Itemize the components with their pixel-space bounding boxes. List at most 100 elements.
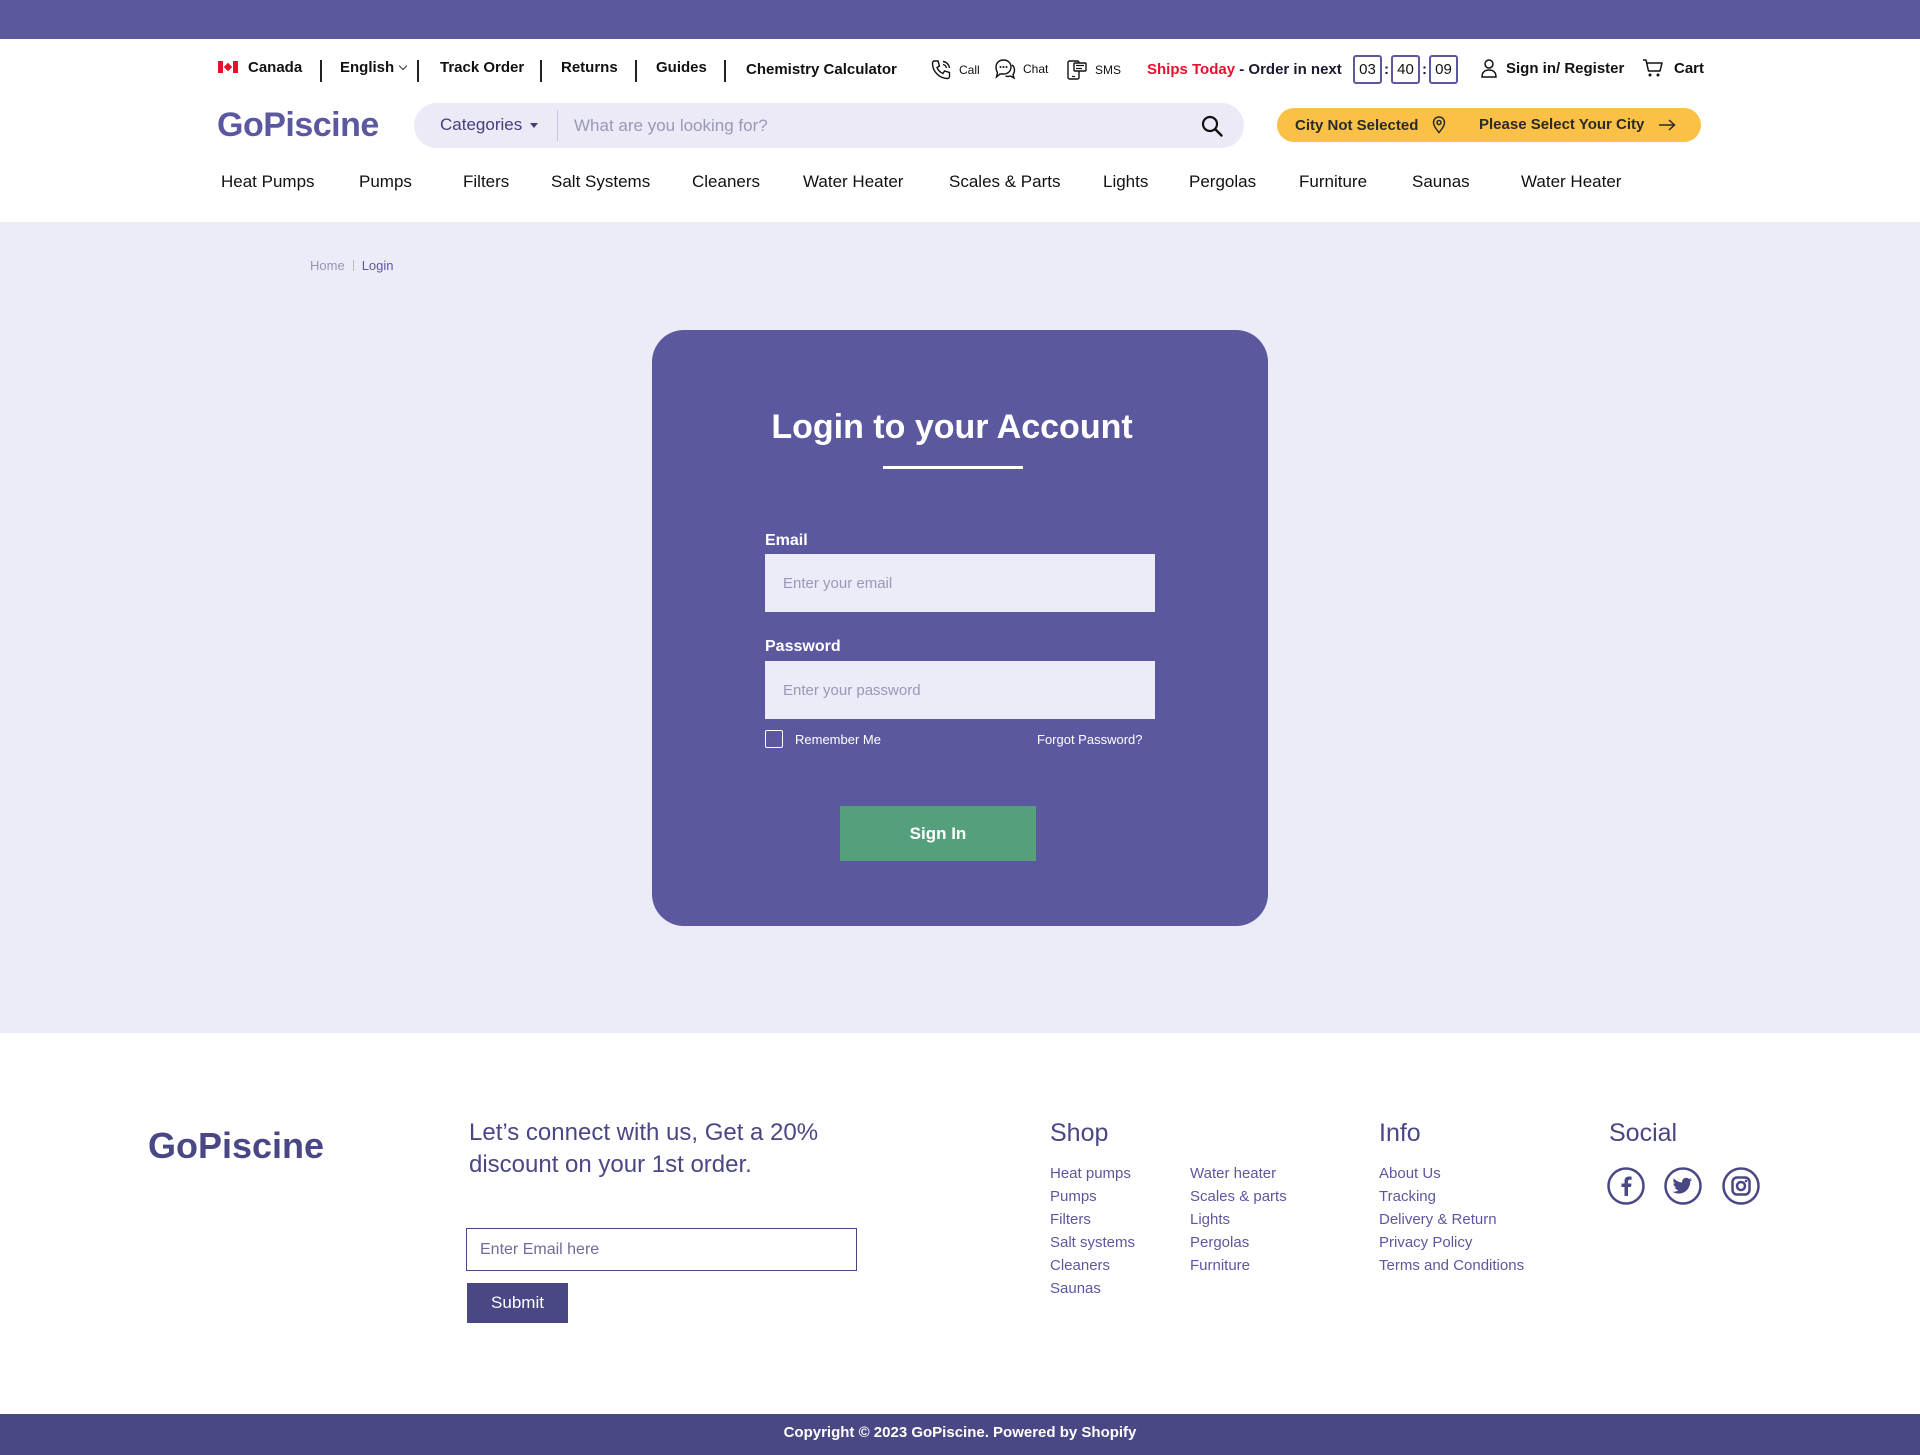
remember-me[interactable]: Remember Me bbox=[765, 730, 881, 748]
login-title: Login to your Account bbox=[771, 408, 1133, 446]
sms-link[interactable]: SMS bbox=[1065, 58, 1121, 82]
main-content: Home Login Login to your Account Email Pa… bbox=[0, 222, 1920, 1033]
nav-pergolas[interactable]: Pergolas bbox=[1189, 172, 1256, 192]
footer-link[interactable]: Heat pumps bbox=[1050, 1162, 1135, 1185]
divider bbox=[320, 60, 322, 82]
breadcrumb-current: Login bbox=[361, 258, 394, 273]
caret-down-icon bbox=[530, 122, 539, 128]
footer-link[interactable]: Privacy Policy bbox=[1379, 1231, 1524, 1254]
footer-info-heading: Info bbox=[1379, 1119, 1421, 1147]
returns-link[interactable]: Returns bbox=[561, 59, 618, 76]
nav-saunas[interactable]: Saunas bbox=[1412, 172, 1470, 192]
footer-link[interactable]: Terms and Conditions bbox=[1379, 1254, 1524, 1277]
city-status: City Not Selected bbox=[1295, 116, 1446, 134]
forgot-password-link[interactable]: Forgot Password? bbox=[1037, 732, 1143, 747]
nav-salt-systems[interactable]: Salt Systems bbox=[551, 172, 650, 192]
chat-icon bbox=[995, 59, 1016, 80]
footer-shop-list-1: Heat pumps Pumps Filters Salt systems Cl… bbox=[1050, 1162, 1135, 1300]
newsletter-submit-button[interactable]: Submit bbox=[467, 1283, 568, 1323]
footer-link[interactable]: Furniture bbox=[1190, 1254, 1287, 1277]
footer-logo[interactable]: GoPiscine bbox=[148, 1125, 324, 1167]
footer-link[interactable]: Scales & parts bbox=[1190, 1185, 1287, 1208]
language-selector[interactable]: English bbox=[340, 59, 408, 76]
footer-info-list: About Us Tracking Delivery & Return Priv… bbox=[1379, 1162, 1524, 1277]
guides-link[interactable]: Guides bbox=[656, 59, 707, 76]
user-icon bbox=[1481, 59, 1497, 78]
site-logo[interactable]: GoPiscine bbox=[217, 106, 379, 145]
footer-link[interactable]: Salt systems bbox=[1050, 1231, 1135, 1254]
footer-link[interactable]: Cleaners bbox=[1050, 1254, 1135, 1277]
sign-in-register-link[interactable]: Sign in/ Register bbox=[1480, 58, 1624, 78]
password-field[interactable] bbox=[765, 661, 1155, 719]
nav-heat-pumps[interactable]: Heat Pumps bbox=[221, 172, 315, 192]
divider bbox=[724, 60, 726, 82]
nav-water-heater[interactable]: Water Heater bbox=[803, 172, 903, 192]
search-bar: Categories bbox=[414, 103, 1244, 148]
title-underline bbox=[883, 466, 1023, 469]
footer-link[interactable]: Delivery & Return bbox=[1379, 1208, 1524, 1231]
nav-water-heater-2[interactable]: Water Heater bbox=[1521, 172, 1621, 192]
footer-link[interactable]: About Us bbox=[1379, 1162, 1524, 1185]
facebook-icon[interactable] bbox=[1607, 1167, 1645, 1205]
chat-link[interactable]: Chat bbox=[993, 57, 1048, 81]
breadcrumb-home[interactable]: Home bbox=[310, 258, 345, 273]
footer-link[interactable]: Lights bbox=[1190, 1208, 1287, 1231]
city-selector[interactable]: City Not Selected Please Select Your Cit… bbox=[1277, 108, 1701, 142]
remember-me-checkbox[interactable] bbox=[765, 730, 783, 748]
arrow-right-icon bbox=[1659, 118, 1676, 131]
twitter-icon[interactable] bbox=[1664, 1167, 1702, 1205]
copyright-bar: Copyright © 2023 GoPiscine. Powered by S… bbox=[0, 1414, 1920, 1455]
nav-cleaners[interactable]: Cleaners bbox=[692, 172, 760, 192]
footer-connect-text: Let’s connect with us, Get a 20% discoun… bbox=[469, 1119, 819, 1178]
divider bbox=[417, 60, 419, 82]
select-city-button[interactable]: Please Select Your City bbox=[1479, 116, 1676, 133]
newsletter-email-input[interactable] bbox=[466, 1228, 857, 1271]
password-label: Password bbox=[765, 638, 841, 655]
nav-filters[interactable]: Filters bbox=[463, 172, 509, 192]
sms-phone-icon bbox=[1067, 60, 1087, 80]
email-field[interactable] bbox=[765, 554, 1155, 612]
timer-minutes: 40 bbox=[1391, 55, 1420, 84]
nav-lights[interactable]: Lights bbox=[1103, 172, 1148, 192]
cart-icon bbox=[1643, 59, 1663, 77]
search-divider bbox=[557, 110, 558, 141]
categories-dropdown[interactable]: Categories bbox=[440, 115, 539, 135]
timer-hours: 03 bbox=[1353, 55, 1382, 84]
footer-link[interactable]: Pumps bbox=[1050, 1185, 1135, 1208]
category-nav: Heat Pumps Pumps Filters Salt Systems Cl… bbox=[0, 172, 1920, 202]
timer-seconds: 09 bbox=[1429, 55, 1458, 84]
utility-bar: Canada English Track Order Returns Guide… bbox=[0, 39, 1920, 103]
divider bbox=[635, 60, 637, 82]
footer-link[interactable]: Tracking bbox=[1379, 1185, 1524, 1208]
search-icon[interactable] bbox=[1200, 114, 1224, 138]
login-card: Login to your Account Email Password Rem… bbox=[652, 330, 1268, 926]
chemistry-calculator-link[interactable]: Chemistry Calculator bbox=[746, 61, 897, 78]
footer-link[interactable]: Water heater bbox=[1190, 1162, 1287, 1185]
sign-in-button[interactable]: Sign In bbox=[840, 806, 1036, 861]
footer-social-heading: Social bbox=[1609, 1119, 1678, 1147]
email-label: Email bbox=[765, 532, 808, 549]
search-input[interactable] bbox=[574, 111, 1174, 141]
footer-shop-list-2: Water heater Scales & parts Lights Pergo… bbox=[1190, 1162, 1287, 1277]
country-selector[interactable]: Canada bbox=[218, 59, 302, 76]
nav-furniture[interactable]: Furniture bbox=[1299, 172, 1367, 192]
countdown-timer: 03 : 40 : 09 bbox=[1353, 55, 1458, 84]
footer-link[interactable]: Filters bbox=[1050, 1208, 1135, 1231]
instagram-icon[interactable] bbox=[1722, 1167, 1760, 1205]
call-link[interactable]: Call bbox=[929, 58, 980, 82]
promo-top-bar bbox=[0, 0, 1920, 39]
footer-link[interactable]: Pergolas bbox=[1190, 1231, 1287, 1254]
ships-today-notice: Ships Today - Order in next bbox=[1147, 61, 1342, 78]
cart-link[interactable]: Cart bbox=[1642, 58, 1704, 78]
phone-icon bbox=[931, 60, 951, 80]
footer-link[interactable]: Saunas bbox=[1050, 1277, 1135, 1300]
nav-pumps[interactable]: Pumps bbox=[359, 172, 412, 192]
canada-flag-icon bbox=[218, 61, 238, 73]
divider bbox=[540, 60, 542, 82]
nav-scales-parts[interactable]: Scales & Parts bbox=[949, 172, 1061, 192]
location-pin-icon bbox=[1433, 116, 1446, 134]
track-order-link[interactable]: Track Order bbox=[440, 59, 524, 76]
breadcrumb: Home Login bbox=[310, 258, 394, 273]
chevron-down-icon bbox=[398, 61, 408, 71]
footer-shop-heading: Shop bbox=[1050, 1119, 1109, 1147]
